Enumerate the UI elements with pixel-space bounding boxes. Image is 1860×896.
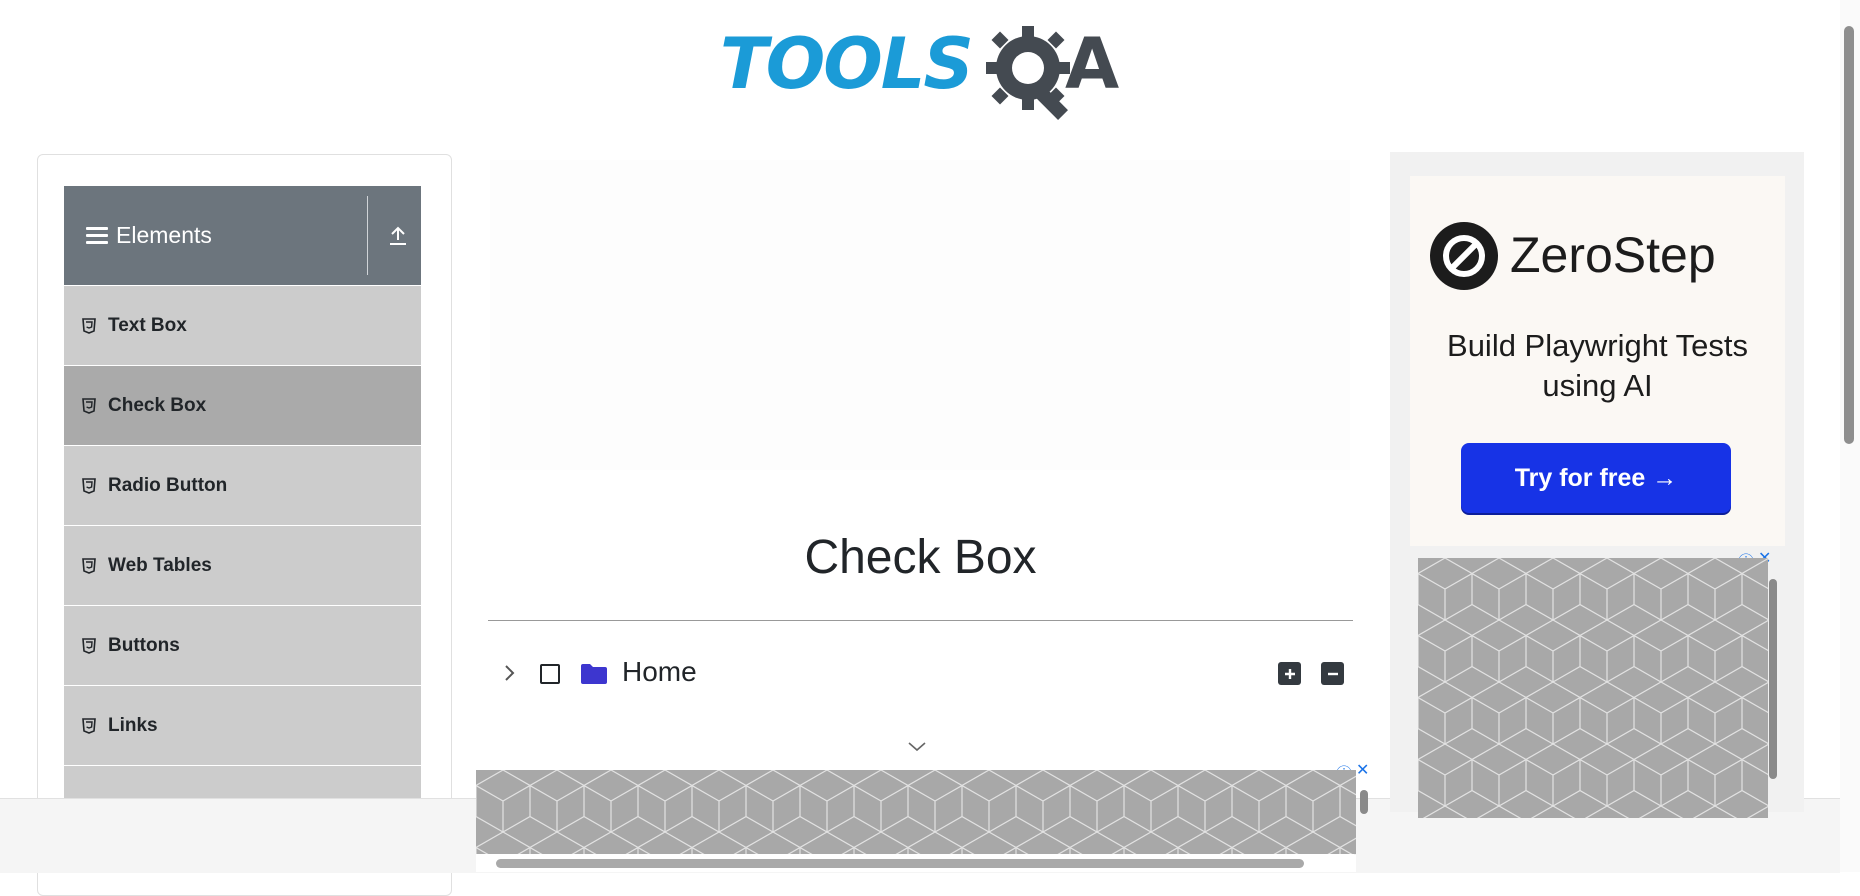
zerostep-brand-name: ZeroStep (1510, 227, 1716, 283)
menu-item-label: Web Tables (108, 554, 212, 576)
menu-item-links[interactable]: Links (64, 686, 421, 766)
toolsqa-logo[interactable]: TOOLS A (720, 18, 1125, 120)
placeholder-ad-area (490, 160, 1350, 470)
elements-group-header[interactable]: Elements (64, 186, 421, 285)
html5-icon (82, 477, 96, 494)
collapse-all-button[interactable] (1321, 662, 1344, 685)
plus-square-icon (1284, 668, 1295, 679)
try-for-free-button[interactable]: Try for free → (1461, 443, 1731, 513)
html5-icon (82, 637, 96, 654)
ad-headline: Build Playwright Tests using AI (1447, 328, 1748, 403)
page-scrollbar-thumb[interactable] (1844, 26, 1854, 444)
collapse-button[interactable] (374, 186, 421, 285)
right-ad-pattern[interactable] (1418, 558, 1768, 818)
upload-icon (389, 226, 406, 245)
bottom-ad-vscroll[interactable] (1358, 788, 1370, 850)
group-title: Elements (86, 186, 212, 285)
menu-item-radio-button[interactable]: Radio Button (64, 446, 421, 526)
checkbox-icon[interactable] (540, 664, 560, 684)
menu-item-check-box[interactable]: Check Box (64, 366, 421, 446)
title-divider (488, 620, 1353, 621)
chevron-right-icon[interactable] (500, 660, 520, 686)
menu-item-label: Buttons (108, 634, 180, 656)
bottom-ad-banner[interactable] (476, 770, 1356, 854)
html5-icon (82, 557, 96, 574)
menu-item-text-box[interactable]: Text Box (64, 286, 421, 366)
menu-item-label: Text Box (108, 314, 187, 336)
tree-node-home: Home (500, 652, 1350, 698)
close-icon[interactable]: ✕ (1356, 760, 1369, 784)
menu-item-web-tables[interactable]: Web Tables (64, 526, 421, 606)
menu-item-label: Radio Button (108, 474, 228, 496)
menu-item-label: Links (108, 714, 158, 736)
right-ad-scrollbar[interactable] (1767, 575, 1779, 785)
minus-square-icon (1327, 672, 1338, 675)
chevron-down-icon[interactable] (906, 740, 928, 754)
menu-icon (86, 226, 108, 245)
bottom-ad-hscroll[interactable] (476, 855, 1356, 872)
html5-icon (82, 397, 96, 414)
tree-node-label[interactable]: Home (622, 656, 697, 688)
cube-pattern (1418, 558, 1768, 818)
html5-icon (82, 717, 96, 734)
html5-icon (82, 317, 96, 334)
page-scrollbar[interactable] (1840, 0, 1860, 872)
logo-text-tools: TOOLS (720, 23, 974, 105)
elements-menu-list: Text Box Check Box Radio Button Web Tabl… (64, 286, 421, 846)
zerostep-logo-icon (1430, 222, 1498, 290)
group-title-text: Elements (116, 222, 212, 248)
menu-item-label: Check Box (108, 394, 207, 416)
page-title: Check Box (804, 531, 1037, 584)
cube-pattern (476, 770, 1356, 854)
expand-all-button[interactable] (1278, 662, 1301, 685)
menu-item-buttons[interactable]: Buttons (64, 606, 421, 686)
folder-icon (581, 664, 607, 684)
header-divider (367, 196, 368, 275)
logo-text-a: A (1065, 23, 1120, 105)
